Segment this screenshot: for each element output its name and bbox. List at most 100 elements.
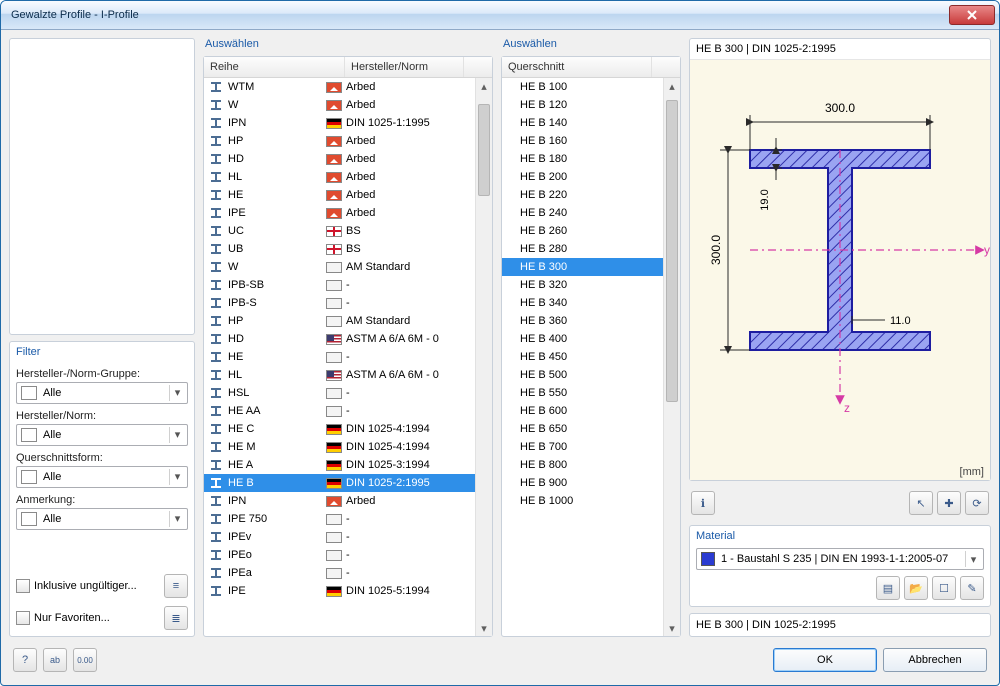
decimals-button[interactable]: 0.00 <box>73 648 97 672</box>
cross-section-row[interactable]: HE B 160 <box>502 132 680 150</box>
cross-section-row[interactable]: HE B 240 <box>502 204 680 222</box>
scroll-thumb[interactable] <box>478 104 490 196</box>
scroll-track[interactable] <box>664 94 680 620</box>
cross-section-row[interactable]: HE B 320 <box>502 276 680 294</box>
cross-section-row[interactable]: HE B 100 <box>502 78 680 96</box>
series-row[interactable]: IPB-S- <box>204 294 492 312</box>
series-row[interactable]: WAM Standard <box>204 258 492 276</box>
scroll-thumb[interactable] <box>666 100 678 402</box>
series-row[interactable]: WTMArbed <box>204 78 492 96</box>
cross-section-row[interactable]: HE B 140 <box>502 114 680 132</box>
scroll-track[interactable] <box>476 94 492 620</box>
series-row[interactable]: HPArbed <box>204 132 492 150</box>
combo-note[interactable]: Alle ▾ <box>16 508 188 530</box>
units-button[interactable]: ab <box>43 648 67 672</box>
cross-section-row[interactable]: HE B 180 <box>502 150 680 168</box>
flag-icon <box>326 388 342 399</box>
series-row[interactable]: HSL- <box>204 384 492 402</box>
i-profile-icon <box>208 476 224 490</box>
flag-icon <box>326 424 342 435</box>
main-area: Filter Hersteller-/Norm-Gruppe: Alle ▾ H… <box>9 38 991 637</box>
series-row[interactable]: HE- <box>204 348 492 366</box>
cross-section-row[interactable]: HE B 650 <box>502 420 680 438</box>
series-row[interactable]: HDASTM A 6/A 6M - 0 <box>204 330 492 348</box>
cross-section-row[interactable]: HE B 280 <box>502 240 680 258</box>
cross-section-name: HE B 500 <box>520 369 567 381</box>
series-list[interactable]: WTMArbedWArbedIPNDIN 1025-1:1995HPArbedH… <box>204 78 492 636</box>
cross-section-row[interactable]: HE B 700 <box>502 438 680 456</box>
ok-button[interactable]: OK <box>773 648 877 672</box>
close-button[interactable] <box>949 5 995 25</box>
cs-scrollbar[interactable]: ▴ ▾ <box>663 78 680 636</box>
series-row[interactable]: HE MDIN 1025-4:1994 <box>204 438 492 456</box>
material-library-button[interactable]: ▤ <box>876 576 900 600</box>
series-row[interactable]: IPNDIN 1025-1:1995 <box>204 114 492 132</box>
axes-button[interactable]: ✚ <box>937 491 961 515</box>
cs-header-label[interactable]: Querschnitt <box>502 57 652 77</box>
scroll-up-icon[interactable]: ▴ <box>664 78 680 94</box>
scroll-up-icon[interactable]: ▴ <box>476 78 492 94</box>
series-row[interactable]: HE CDIN 1025-4:1994 <box>204 420 492 438</box>
checkbox-favorites[interactable] <box>16 611 30 625</box>
series-header-reihe[interactable]: Reihe <box>204 57 345 77</box>
checkbox-include-invalid[interactable] <box>16 579 30 593</box>
material-edit-button[interactable]: ✎ <box>960 576 984 600</box>
cross-section-row[interactable]: HE B 400 <box>502 330 680 348</box>
help-button[interactable]: ? <box>13 648 37 672</box>
scroll-down-icon[interactable]: ▾ <box>664 620 680 636</box>
filter-fav-button[interactable]: ≣ <box>164 606 188 630</box>
combo-norm-group[interactable]: Alle ▾ <box>16 382 188 404</box>
scroll-down-icon[interactable]: ▾ <box>476 620 492 636</box>
cross-section-row[interactable]: HE B 120 <box>502 96 680 114</box>
cross-section-row[interactable]: HE B 550 <box>502 384 680 402</box>
label-note: Anmerkung: <box>16 494 188 506</box>
cross-section-row[interactable]: HE B 220 <box>502 186 680 204</box>
cross-section-row[interactable]: HE B 1000 <box>502 492 680 510</box>
cross-section-row[interactable]: HE B 340 <box>502 294 680 312</box>
cross-section-row[interactable]: HE B 360 <box>502 312 680 330</box>
rotate-button[interactable]: ⟳ <box>965 491 989 515</box>
filter-invalid-button[interactable]: ≡ <box>164 574 188 598</box>
cross-section-row[interactable]: HE B 300 <box>502 258 680 276</box>
cancel-button[interactable]: Abbrechen <box>883 648 987 672</box>
series-row[interactable]: IPEArbed <box>204 204 492 222</box>
cross-section-name: HE B 280 <box>520 243 567 255</box>
pick-button[interactable]: ↖ <box>909 491 933 515</box>
series-row[interactable]: IPB-SB- <box>204 276 492 294</box>
material-open-button[interactable]: 📂 <box>904 576 928 600</box>
series-row[interactable]: HLArbed <box>204 168 492 186</box>
series-row[interactable]: WArbed <box>204 96 492 114</box>
series-header-norm[interactable]: Hersteller/Norm <box>345 57 464 77</box>
series-row[interactable]: HDArbed <box>204 150 492 168</box>
combo-norm[interactable]: Alle ▾ <box>16 424 188 446</box>
cross-section-row[interactable]: HE B 800 <box>502 456 680 474</box>
cross-section-row[interactable]: HE B 260 <box>502 222 680 240</box>
series-row[interactable]: IPEo- <box>204 546 492 564</box>
combo-shape[interactable]: Alle ▾ <box>16 466 188 488</box>
series-row[interactable]: IPEv- <box>204 528 492 546</box>
cross-section-row[interactable]: HE B 450 <box>502 348 680 366</box>
cross-section-row[interactable]: HE B 600 <box>502 402 680 420</box>
series-row[interactable]: IPNArbed <box>204 492 492 510</box>
info-button[interactable]: ℹ <box>691 491 715 515</box>
series-row[interactable]: UCBS <box>204 222 492 240</box>
material-new-button[interactable]: ☐ <box>932 576 956 600</box>
series-scrollbar[interactable]: ▴ ▾ <box>475 78 492 636</box>
i-profile-icon <box>208 440 224 454</box>
series-norm: DIN 1025-4:1994 <box>346 423 430 435</box>
cross-section-row[interactable]: HE B 200 <box>502 168 680 186</box>
series-row[interactable]: HPAM Standard <box>204 312 492 330</box>
series-row[interactable]: HEArbed <box>204 186 492 204</box>
series-row[interactable]: HE ADIN 1025-3:1994 <box>204 456 492 474</box>
material-combo[interactable]: 1 - Baustahl S 235 | DIN EN 1993-1-1:200… <box>696 548 984 570</box>
series-row[interactable]: HE AA- <box>204 402 492 420</box>
series-row[interactable]: IPE 750- <box>204 510 492 528</box>
cs-list[interactable]: HE B 100HE B 120HE B 140HE B 160HE B 180… <box>502 78 680 636</box>
series-row[interactable]: IPEDIN 1025-5:1994 <box>204 582 492 600</box>
series-row[interactable]: HLASTM A 6/A 6M - 0 <box>204 366 492 384</box>
series-row[interactable]: HE BDIN 1025-2:1995 <box>204 474 492 492</box>
cross-section-row[interactable]: HE B 500 <box>502 366 680 384</box>
series-row[interactable]: IPEa- <box>204 564 492 582</box>
series-row[interactable]: UBBS <box>204 240 492 258</box>
cross-section-row[interactable]: HE B 900 <box>502 474 680 492</box>
